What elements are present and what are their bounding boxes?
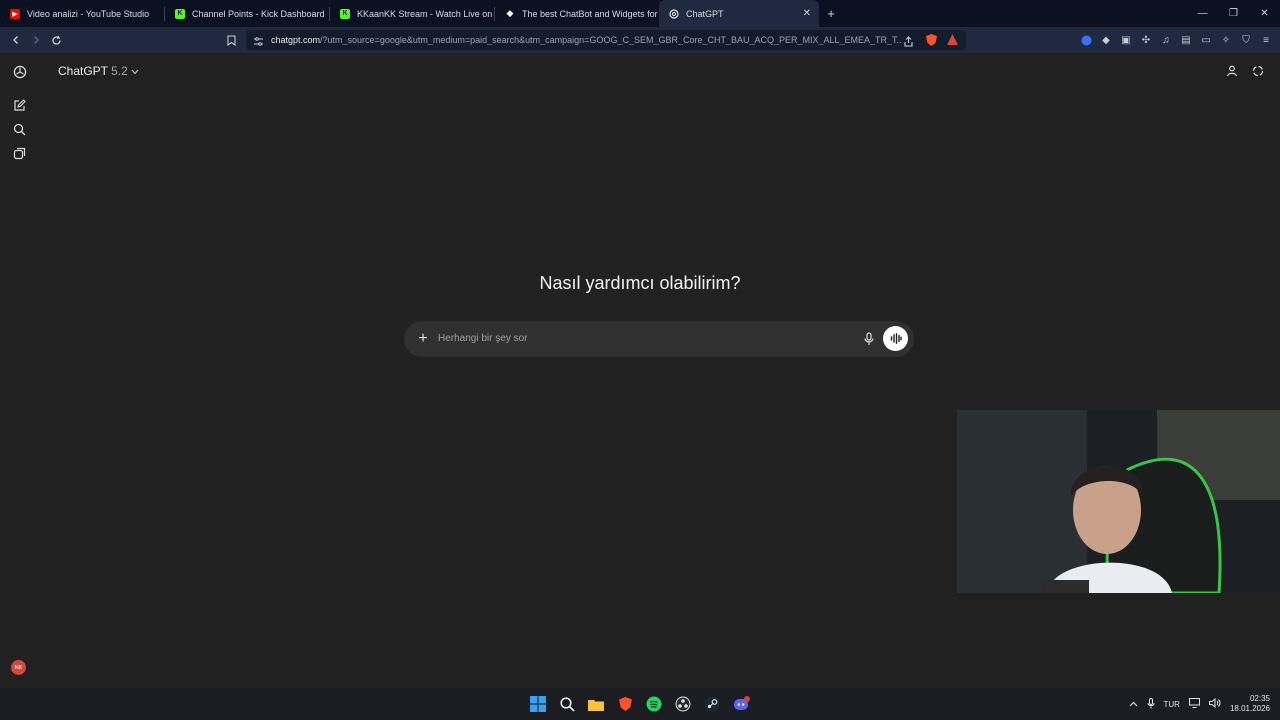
tab-chatgpt[interactable]: ChatGPT ✕ bbox=[659, 0, 819, 27]
extension-image-icon[interactable]: ▣ bbox=[1118, 30, 1134, 50]
media-icon[interactable]: ♫ bbox=[1158, 30, 1174, 50]
clock-time: 02:35 bbox=[1249, 694, 1270, 703]
new-chat-icon[interactable] bbox=[12, 98, 27, 113]
new-tab-button[interactable]: + bbox=[819, 6, 843, 21]
url-path: /?utm_source=google&utm_medium=paid_sear… bbox=[320, 35, 901, 45]
bookmark-icon[interactable] bbox=[221, 30, 241, 50]
menu-icon[interactable]: ≡ bbox=[1258, 30, 1274, 50]
wallet-icon[interactable]: ▭ bbox=[1198, 30, 1214, 50]
tab-title: ChatGPT bbox=[686, 8, 724, 19]
youtube-icon: ▶ bbox=[10, 8, 20, 19]
header-actions bbox=[1226, 64, 1264, 82]
windows-start-icon[interactable] bbox=[528, 692, 548, 716]
taskbar-search-icon[interactable] bbox=[557, 692, 577, 716]
tab-title: The best ChatBot and Widgets for Kic bbox=[522, 8, 659, 19]
sidebar-toggle-icon[interactable]: ▤ bbox=[1178, 30, 1194, 50]
taskbar-apps bbox=[528, 692, 751, 716]
tab-title: Channel Points - Kick Dashboard bbox=[192, 8, 325, 19]
tab-title: Video analizi - YouTube Studio bbox=[27, 8, 150, 19]
discord-icon[interactable] bbox=[731, 692, 751, 716]
brave-shields-icon[interactable] bbox=[925, 33, 938, 52]
chevron-down-icon bbox=[131, 64, 139, 78]
share-person-icon[interactable] bbox=[1226, 64, 1238, 82]
tab-youtube-studio[interactable]: ▶ Video analizi - YouTube Studio bbox=[0, 0, 164, 27]
spotify-icon[interactable] bbox=[644, 692, 664, 716]
kick-icon: K bbox=[175, 8, 185, 19]
steam-icon[interactable] bbox=[702, 692, 722, 716]
site-settings-icon[interactable] bbox=[253, 34, 264, 52]
extensions-area: ◆ ▣ ✣ ♫ ▤ ▭ ✧ ⛉ ≡ bbox=[1078, 30, 1274, 50]
openai-logo-icon[interactable] bbox=[12, 64, 27, 79]
url-text: chatgpt.com/?utm_source=google&utm_mediu… bbox=[271, 35, 901, 45]
model-name: ChatGPT bbox=[58, 64, 108, 78]
taskbar-clock[interactable]: 02:35 18.01.2026 bbox=[1230, 694, 1270, 714]
temporary-chat-icon[interactable] bbox=[1252, 64, 1264, 82]
left-rail: KK bbox=[0, 53, 38, 688]
botrix-icon: ◆ bbox=[506, 8, 514, 18]
tray-overflow-icon[interactable] bbox=[1129, 700, 1138, 709]
system-tray: TUR 02:35 18.01.2026 bbox=[1129, 688, 1270, 720]
extension-blue-icon[interactable] bbox=[1078, 30, 1094, 50]
language-indicator[interactable]: TUR bbox=[1164, 700, 1180, 709]
extension-diamond-icon[interactable]: ◆ bbox=[1098, 30, 1114, 50]
address-bar[interactable]: chatgpt.com/?utm_source=google&utm_mediu… bbox=[246, 30, 966, 50]
webcam-overlay bbox=[957, 410, 1280, 593]
close-window-icon[interactable]: ✕ bbox=[1249, 0, 1280, 27]
tab-botrix[interactable]: ◆ The best ChatBot and Widgets for Kic bbox=[495, 0, 659, 27]
model-version: 5.2 bbox=[111, 64, 128, 78]
page-title: Nasıl yardımcı olabilirim? bbox=[539, 273, 741, 293]
brave-browser-icon[interactable] bbox=[615, 692, 635, 716]
url-host: chatgpt.com bbox=[271, 35, 321, 45]
tab-title: KKaanKK Stream - Watch Live on Kick bbox=[357, 8, 494, 19]
back-icon[interactable] bbox=[6, 30, 26, 50]
add-attachment-icon[interactable]: + bbox=[415, 331, 431, 347]
tab-kick-dashboard[interactable]: K Channel Points - Kick Dashboard bbox=[165, 0, 329, 27]
prompt-input[interactable]: Herhangi bir şey sor bbox=[438, 333, 527, 344]
vpn-shield-icon[interactable]: ⛉ bbox=[1238, 30, 1254, 50]
restore-icon[interactable]: ❐ bbox=[1218, 0, 1249, 27]
minimize-icon[interactable]: — bbox=[1187, 0, 1218, 27]
tray-microphone-icon[interactable] bbox=[1147, 697, 1155, 711]
obs-icon[interactable] bbox=[673, 692, 693, 716]
chatgpt-icon bbox=[669, 8, 679, 19]
extensions-puzzle-icon[interactable]: ✣ bbox=[1138, 30, 1154, 50]
microphone-icon[interactable] bbox=[862, 331, 876, 347]
search-chats-icon[interactable] bbox=[12, 122, 27, 137]
kick-icon: K bbox=[340, 8, 350, 19]
file-explorer-icon[interactable] bbox=[586, 692, 606, 716]
browser-tab-strip: ▶ Video analizi - YouTube Studio K Chann… bbox=[0, 0, 1280, 27]
network-icon[interactable] bbox=[1188, 698, 1200, 710]
reload-icon[interactable] bbox=[46, 30, 66, 50]
voice-waveform-icon bbox=[890, 333, 902, 344]
volume-icon[interactable] bbox=[1208, 697, 1221, 710]
share-icon[interactable] bbox=[903, 34, 914, 52]
voice-mode-button[interactable] bbox=[883, 326, 908, 351]
forward-icon[interactable] bbox=[26, 30, 46, 50]
brave-rewards-icon[interactable] bbox=[946, 33, 959, 52]
avatar[interactable]: KK bbox=[11, 660, 26, 675]
clock-date: 18.01.2026 bbox=[1229, 704, 1270, 713]
model-selector[interactable]: ChatGPT 5.2 bbox=[58, 64, 139, 78]
windows-taskbar: TUR 02:35 18.01.2026 bbox=[0, 688, 1280, 720]
browser-toolbar: chatgpt.com/?utm_source=google&utm_mediu… bbox=[0, 27, 1280, 53]
close-tab-icon[interactable]: ✕ bbox=[803, 8, 811, 19]
tab-kick-stream[interactable]: K KKaanKK Stream - Watch Live on Kick bbox=[330, 0, 494, 27]
window-controls: — ❐ ✕ bbox=[1187, 0, 1280, 27]
composer[interactable]: + Herhangi bir şey sor bbox=[404, 321, 914, 357]
library-icon[interactable] bbox=[12, 146, 27, 161]
leo-ai-icon[interactable]: ✧ bbox=[1218, 30, 1234, 50]
